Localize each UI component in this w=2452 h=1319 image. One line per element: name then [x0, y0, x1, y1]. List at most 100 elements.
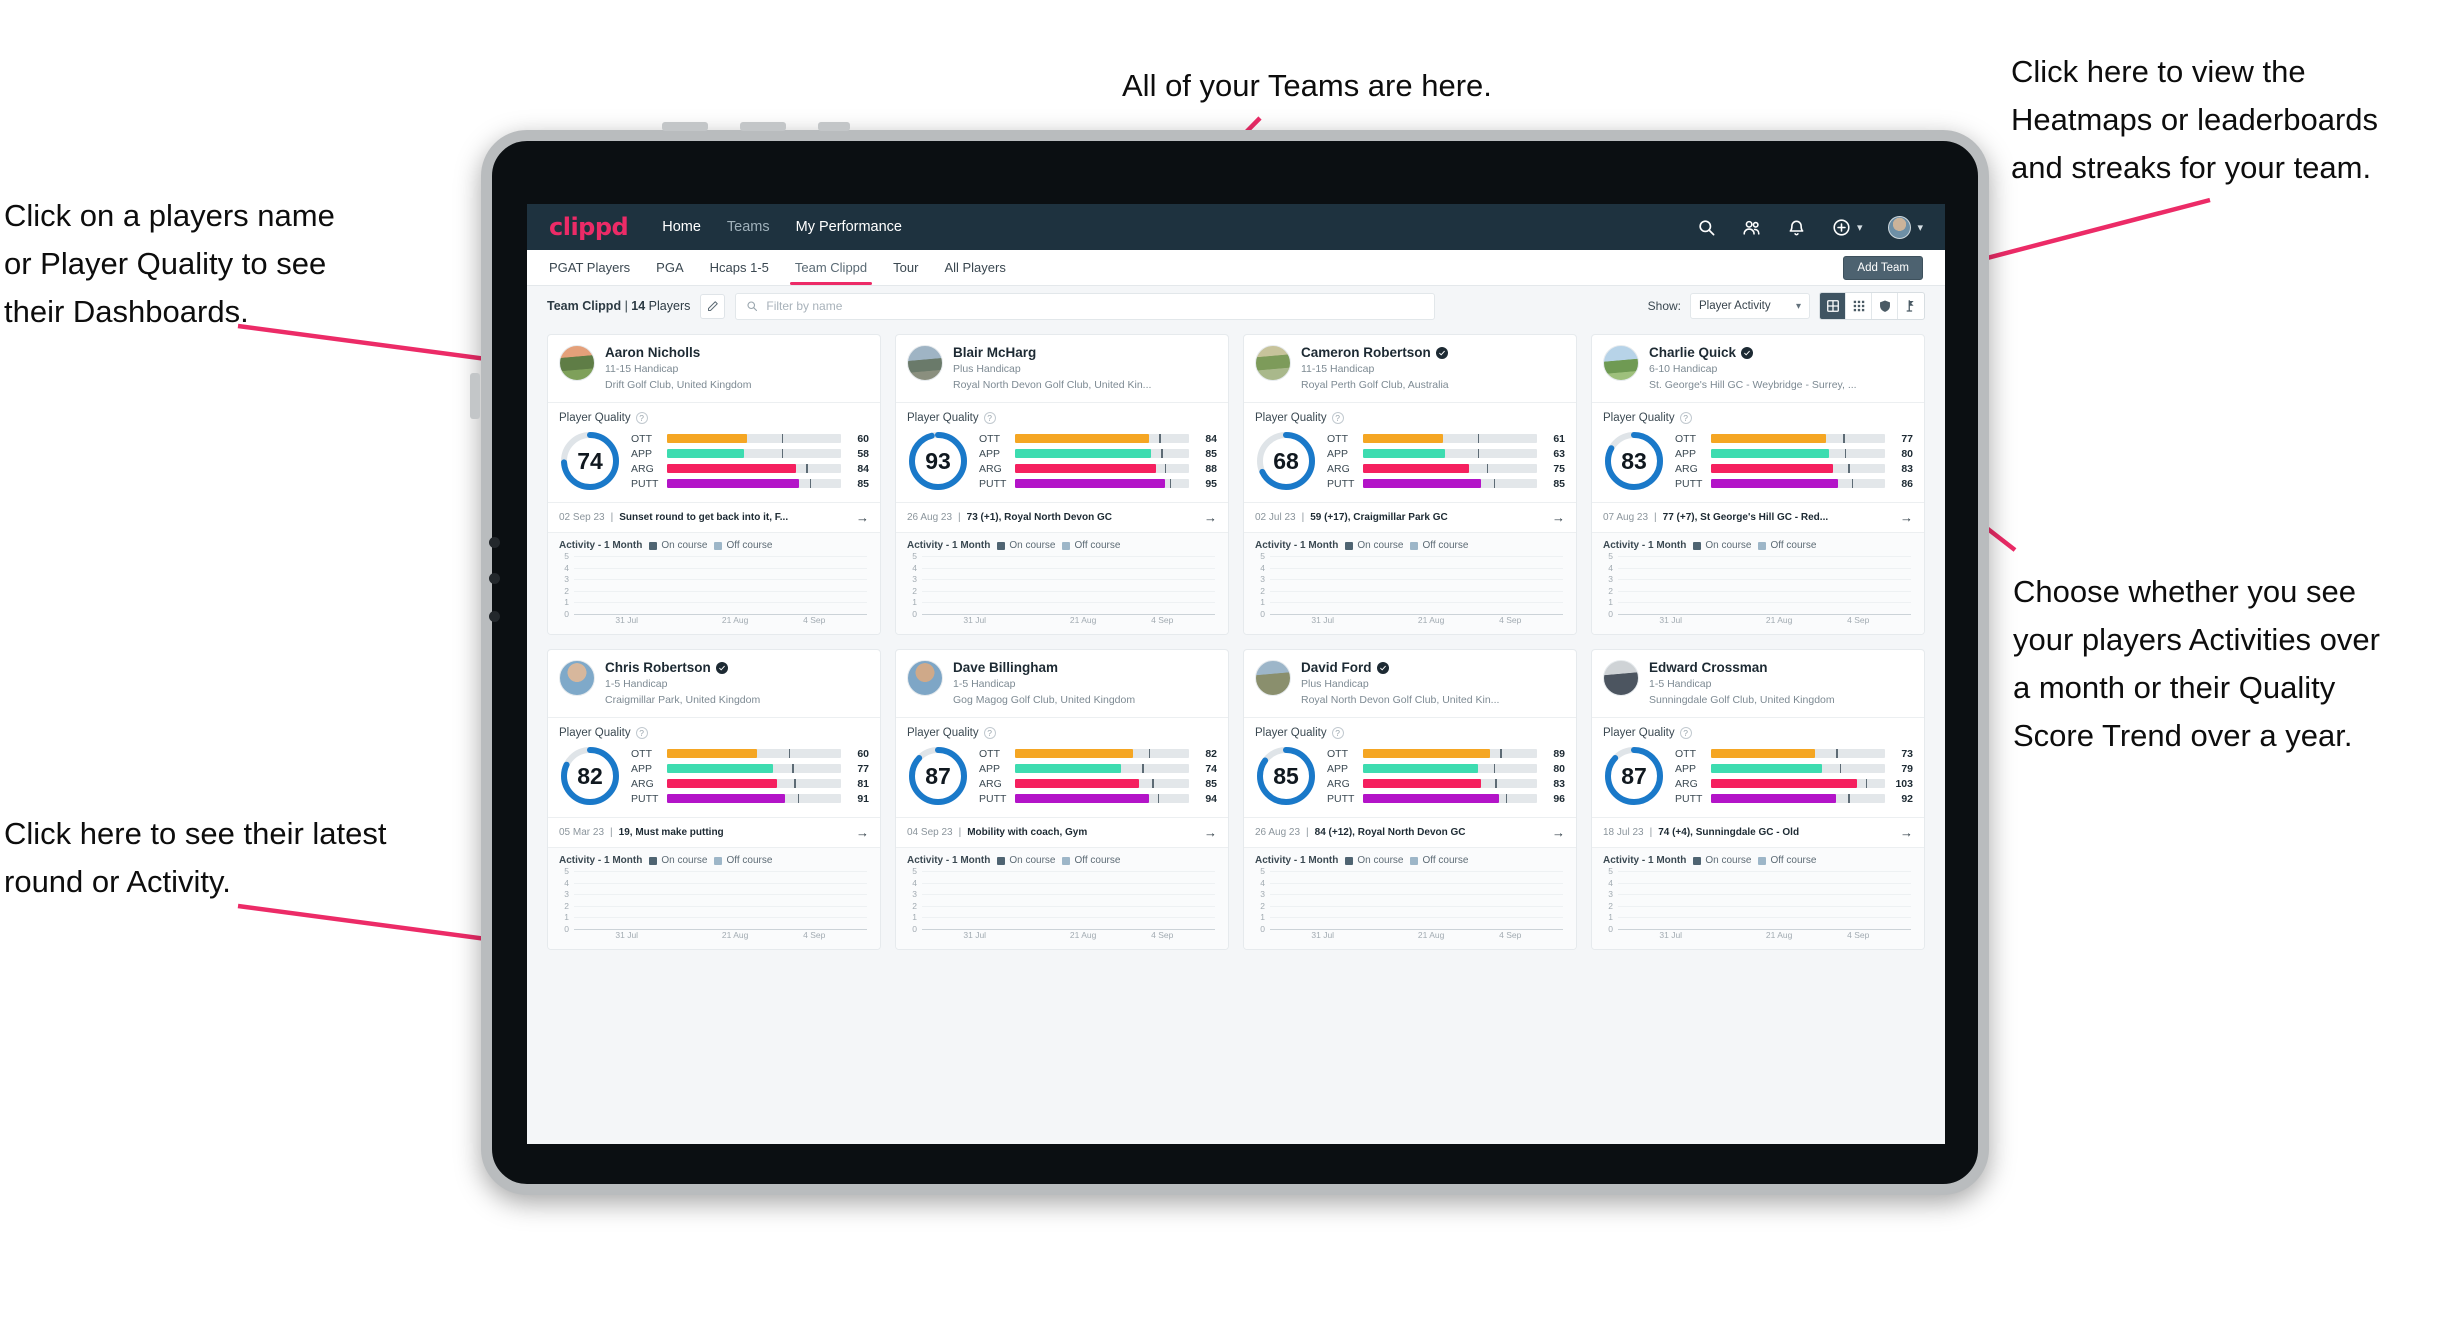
latest-round-row[interactable]: 02 Jul 23 | 59 (+17), Craigmillar Park GC → [1244, 502, 1576, 532]
help-icon[interactable]: ? [1331, 412, 1344, 424]
player-quality-donut[interactable]: 87 [907, 745, 969, 807]
avatar[interactable] [907, 660, 943, 696]
help-icon[interactable]: ? [983, 727, 996, 739]
player-quality-section[interactable]: Player Quality? 87 OTT 82 APP 74 ARG 85 PUTT 94 [896, 717, 1228, 817]
player-name[interactable]: Dave Billingham [953, 660, 1135, 675]
player-card-header[interactable]: Charlie Quick 6-10 Handicap St. George's H… [1592, 335, 1924, 402]
profile-menu[interactable]: ▾ [1888, 215, 1923, 239]
avatar[interactable] [1255, 660, 1291, 696]
latest-round-row[interactable]: 02 Sep 23 | Sunset round to get back into … [548, 502, 880, 532]
help-icon[interactable]: ? [1331, 727, 1344, 739]
player-name[interactable]: David Ford [1301, 660, 1499, 675]
tab-hcaps-1-5[interactable]: Hcaps 1-5 [710, 251, 769, 284]
avatar[interactable] [1603, 660, 1639, 696]
latest-round-row[interactable]: 26 Aug 23 | 84 (+12), Royal North Devon GC… [1244, 817, 1576, 847]
help-icon[interactable]: ? [1679, 727, 1692, 739]
player-card-header[interactable]: Edward Crossman 1-5 Handicap Sunningdale G… [1592, 650, 1924, 717]
tab-team-clippd[interactable]: Team Clippd [789, 251, 873, 285]
tab-all-players[interactable]: All Players [944, 251, 1005, 284]
arrow-right-icon[interactable]: → [1900, 825, 1913, 840]
search-icon[interactable] [1697, 218, 1716, 237]
help-icon[interactable]: ? [635, 727, 648, 739]
avatar[interactable] [559, 660, 595, 696]
leaderboard-view-button[interactable] [1898, 293, 1924, 319]
search-input[interactable]: Filter by name [735, 292, 1436, 320]
avatar[interactable] [1888, 215, 1912, 239]
avatar[interactable] [559, 345, 595, 381]
add-team-button[interactable]: Add Team [1843, 256, 1923, 280]
player-quality-donut[interactable]: 85 [1255, 745, 1317, 807]
tab-tour[interactable]: Tour [893, 251, 918, 284]
player-name[interactable]: Blair McHarg [953, 345, 1151, 360]
player-card[interactable]: Charlie Quick 6-10 Handicap St. George's H… [1591, 334, 1925, 635]
arrow-right-icon[interactable]: → [856, 510, 869, 525]
heatmap-view-button[interactable] [1872, 293, 1898, 319]
help-icon[interactable]: ? [1679, 412, 1692, 424]
latest-round-row[interactable]: 18 Jul 23 | 74 (+4), Sunningdale GC - Old → [1592, 817, 1924, 847]
bell-icon[interactable] [1787, 218, 1806, 237]
player-quality-donut[interactable]: 93 [907, 430, 969, 492]
show-select[interactable]: Player Activity ▾ [1690, 293, 1810, 319]
player-card[interactable]: Aaron Nicholls 11-15 Handicap Drift Golf C… [547, 334, 881, 635]
player-quality-section[interactable]: Player Quality? 87 OTT 73 APP 79 ARG 103 PUTT 92 [1592, 717, 1924, 817]
latest-round-row[interactable]: 05 Mar 23 | 19, Must make putting → [548, 817, 880, 847]
grid-small-view-button[interactable] [1846, 293, 1872, 319]
player-card[interactable]: David Ford Plus Handicap Royal North Devon… [1243, 649, 1577, 950]
player-name[interactable]: Aaron Nicholls [605, 345, 751, 360]
player-quality-donut[interactable]: 87 [1603, 745, 1665, 807]
activity-chart: 5 4 3 2 1 0 31 Jul 21 Aug 4 Sep [1255, 551, 1565, 628]
add-menu[interactable]: ▾ [1832, 218, 1862, 237]
player-card[interactable]: Dave Billingham 1-5 Handicap Gog Magog Gol… [895, 649, 1229, 950]
arrow-right-icon[interactable]: → [1204, 510, 1217, 525]
player-card-header[interactable]: Chris Robertson 1-5 Handicap Craigmillar P… [548, 650, 880, 717]
player-quality-section[interactable]: Player Quality? 68 OTT 61 APP 63 ARG 75 PUTT 85 [1244, 402, 1576, 502]
player-card-header[interactable]: David Ford Plus Handicap Royal North Devon… [1244, 650, 1576, 717]
nav-link-my-performance[interactable]: My Performance [796, 219, 902, 235]
tab-pgat-players[interactable]: PGAT Players [549, 251, 630, 284]
player-quality-donut[interactable]: 68 [1255, 430, 1317, 492]
metric-value: 88 [1205, 462, 1217, 475]
player-card-header[interactable]: Blair McHarg Plus Handicap Royal North Dev… [896, 335, 1228, 402]
arrow-right-icon[interactable]: → [1552, 510, 1565, 525]
player-name[interactable]: Edward Crossman [1649, 660, 1835, 675]
nav-link-home[interactable]: Home [662, 219, 701, 235]
help-icon[interactable]: ? [983, 412, 996, 424]
player-quality-section[interactable]: Player Quality? 83 OTT 77 APP 80 ARG 83 PUTT 86 [1592, 402, 1924, 502]
player-card-header[interactable]: Cameron Robertson 11-15 Handicap Royal Per… [1244, 335, 1576, 402]
clippd-logo[interactable]: clippd [549, 213, 629, 241]
player-quality-section[interactable]: Player Quality? 85 OTT 89 APP 80 ARG 83 PUTT 96 [1244, 717, 1576, 817]
player-card[interactable]: Edward Crossman 1-5 Handicap Sunningdale G… [1591, 649, 1925, 950]
player-quality-section[interactable]: Player Quality? 93 OTT 84 APP 85 ARG 88 PUTT 95 [896, 402, 1228, 502]
latest-round-row[interactable]: 04 Sep 23 | Mobility with coach, Gym → [896, 817, 1228, 847]
help-icon[interactable]: ? [635, 412, 648, 424]
arrow-right-icon[interactable]: → [856, 825, 869, 840]
avatar[interactable] [907, 345, 943, 381]
player-quality-donut[interactable]: 74 [559, 430, 621, 492]
tab-pga[interactable]: PGA [656, 251, 683, 284]
player-card[interactable]: Chris Robertson 1-5 Handicap Craigmillar P… [547, 649, 881, 950]
latest-round-row[interactable]: 07 Aug 23 | 77 (+7), St George's Hill GC -… [1592, 502, 1924, 532]
edit-team-button[interactable] [700, 293, 726, 319]
player-name[interactable]: Cameron Robertson [1301, 345, 1449, 360]
latest-round-row[interactable]: 26 Aug 23 | 73 (+1), Royal North Devon GC → [896, 502, 1228, 532]
player-card[interactable]: Cameron Robertson 11-15 Handicap Royal Per… [1243, 334, 1577, 635]
arrow-right-icon[interactable]: → [1900, 510, 1913, 525]
plus-circle-icon[interactable] [1832, 218, 1851, 237]
player-name[interactable]: Chris Robertson [605, 660, 760, 675]
player-name[interactable]: Charlie Quick [1649, 345, 1857, 360]
nav-link-teams[interactable]: Teams [727, 219, 770, 235]
people-icon[interactable] [1742, 218, 1761, 237]
player-quality-donut[interactable]: 82 [559, 745, 621, 807]
player-card-header[interactable]: Aaron Nicholls 11-15 Handicap Drift Golf C… [548, 335, 880, 402]
arrow-right-icon[interactable]: → [1204, 825, 1217, 840]
avatar[interactable] [1255, 345, 1291, 381]
player-card[interactable]: Blair McHarg Plus Handicap Royal North Dev… [895, 334, 1229, 635]
player-quality-donut[interactable]: 83 [1603, 430, 1665, 492]
player-quality-section[interactable]: Player Quality? 82 OTT 60 APP 77 ARG 81 PUTT 91 [548, 717, 880, 817]
arrow-right-icon[interactable]: → [1552, 825, 1565, 840]
avatar[interactable] [1603, 345, 1639, 381]
player-card-header[interactable]: Dave Billingham 1-5 Handicap Gog Magog Gol… [896, 650, 1228, 717]
x-axis-tick: 31 Jul [615, 930, 639, 940]
player-quality-section[interactable]: Player Quality? 74 OTT 60 APP 58 ARG 84 PUTT 85 [548, 402, 880, 502]
grid-large-view-button[interactable] [1820, 293, 1846, 319]
